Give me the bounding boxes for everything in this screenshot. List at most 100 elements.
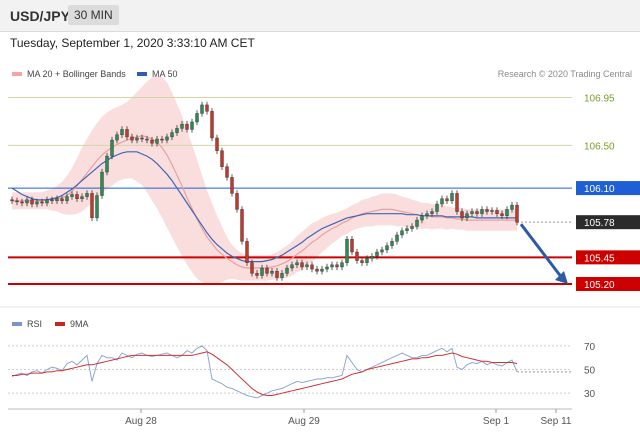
candle-body — [465, 213, 469, 219]
candle-body — [170, 132, 174, 138]
candle-body — [300, 262, 304, 268]
price-label-105.78: 105.78 — [584, 218, 615, 229]
candle-body — [115, 134, 119, 141]
candle-body — [470, 211, 474, 214]
candle-body — [20, 201, 24, 204]
candle-body — [360, 260, 364, 263]
x-tick-label: Sep 11 — [541, 416, 572, 427]
candle-body — [35, 201, 39, 205]
candle-body — [410, 226, 414, 229]
candle-body — [295, 262, 299, 266]
candle-body — [260, 267, 264, 276]
candle-body — [500, 213, 504, 216]
candle-body — [70, 194, 74, 197]
candle-body — [110, 139, 114, 157]
candle-body — [105, 155, 109, 173]
candle-body — [220, 150, 224, 167]
candle-body — [160, 138, 164, 141]
candle-body — [250, 262, 254, 274]
candle-body — [15, 200, 19, 203]
bollinger-band — [12, 76, 517, 284]
candle-body — [330, 264, 334, 268]
candle-body — [475, 211, 479, 214]
candle-body — [155, 138, 159, 144]
rsi-line — [11, 345, 518, 399]
rsi-tick-70: 70 — [584, 342, 596, 353]
candle-body — [120, 129, 124, 135]
candle-body — [215, 137, 219, 151]
candle-body — [320, 268, 324, 272]
candle-body — [265, 267, 269, 274]
candle-body — [80, 196, 84, 199]
candle-body — [490, 210, 494, 212]
price-label-106.10: 106.10 — [584, 184, 615, 195]
rsi-tick-30: 30 — [584, 389, 596, 400]
candle-body — [50, 199, 54, 202]
candle-body — [375, 251, 379, 257]
x-tick-label: Aug 28 — [125, 416, 157, 427]
candle-body — [200, 104, 204, 114]
candle-body — [365, 258, 369, 263]
candle-body — [85, 193, 89, 197]
candle-body — [140, 137, 144, 140]
candle-body — [460, 211, 464, 219]
candle-body — [280, 273, 284, 278]
candle-body — [235, 193, 239, 210]
price-label-105.20: 105.20 — [584, 280, 615, 291]
candle-body — [455, 193, 459, 212]
candle-body — [495, 210, 499, 214]
candle-body — [55, 198, 59, 202]
candle-body — [445, 198, 449, 202]
candle-body — [125, 129, 129, 138]
candle-body — [25, 199, 29, 204]
candle-body — [505, 209, 509, 216]
candle-body — [380, 249, 384, 253]
x-tick-label: Sep 1 — [483, 416, 510, 427]
candle-body — [310, 264, 314, 270]
candle-body — [275, 271, 279, 278]
candle-body — [100, 171, 104, 196]
candle-body — [420, 215, 424, 221]
candle-body — [195, 113, 199, 123]
candle-body — [245, 241, 249, 263]
candle-body — [510, 204, 514, 210]
candle-body — [370, 256, 374, 259]
candle-body — [65, 196, 69, 202]
candle-body — [150, 139, 154, 144]
x-tick-label: Aug 29 — [288, 416, 320, 427]
candle-body — [210, 111, 214, 139]
forecast-arrow-shaft — [519, 223, 564, 279]
candle-body — [425, 213, 429, 216]
candle-body — [325, 266, 329, 270]
candle-body — [30, 199, 34, 205]
candle-body — [435, 203, 439, 212]
candle-body — [185, 123, 189, 130]
candle-body — [315, 268, 319, 272]
candle-body — [225, 166, 229, 178]
candle-body — [240, 209, 244, 242]
candle-body — [230, 177, 234, 194]
candle-body — [355, 251, 359, 261]
candle-body — [175, 128, 179, 133]
candle-body — [405, 228, 409, 231]
candle-body — [400, 230, 404, 236]
candle-body — [440, 198, 444, 205]
candle-body — [270, 271, 274, 274]
candle-body — [390, 241, 394, 246]
candle-body — [340, 262, 344, 268]
candle-body — [180, 123, 184, 129]
candle-body — [45, 199, 49, 204]
price-label-106.50: 106.50 — [584, 141, 615, 152]
candle-body — [335, 264, 339, 268]
candle-body — [285, 267, 289, 274]
candle-body — [485, 209, 489, 212]
candle-body — [515, 204, 519, 223]
price-label-105.45: 105.45 — [584, 253, 615, 264]
candle-body — [145, 138, 149, 141]
candle-body — [90, 193, 94, 219]
rsi-tick-50: 50 — [584, 366, 596, 377]
price-chart[interactable]: 106.95 106.50 106.10 105.78 105.45 105.20 70 50… — [0, 0, 640, 434]
candle-body — [135, 137, 139, 141]
candle-body — [205, 104, 209, 112]
candle-body — [130, 136, 134, 141]
